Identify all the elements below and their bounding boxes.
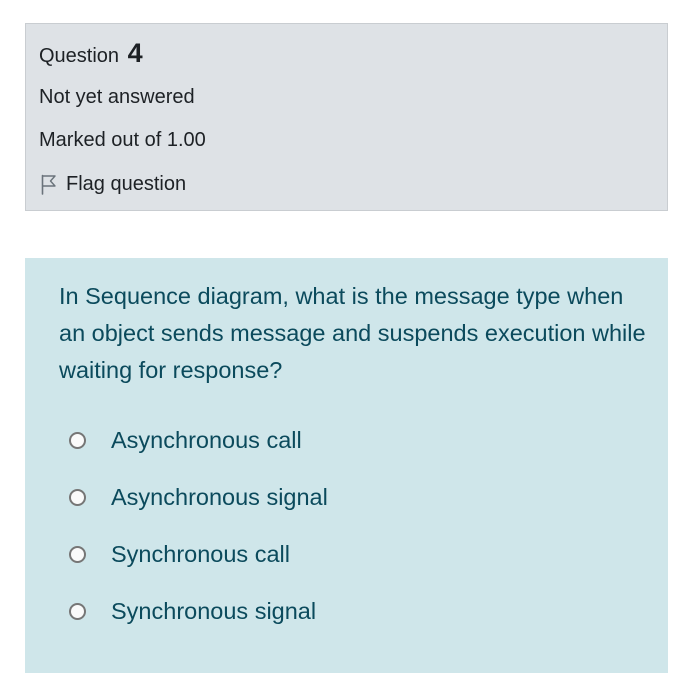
question-grade: Marked out of 1.00 [39, 129, 206, 151]
option-label: Synchronous call [111, 540, 290, 567]
radio-button[interactable] [69, 431, 86, 449]
answer-option[interactable]: Asynchronous signal [69, 480, 328, 514]
answer-option[interactable]: Synchronous call [69, 537, 290, 571]
radio-button[interactable] [69, 488, 86, 506]
question-prefix: Question [39, 45, 120, 67]
option-label: Asynchronous signal [111, 483, 328, 510]
question-number-heading: Question 4 [39, 38, 143, 71]
radio-button[interactable] [69, 545, 86, 563]
flag-icon [39, 173, 66, 195]
question-number: 4 [127, 38, 143, 68]
question-text: In Sequence diagram, what is the message… [59, 283, 646, 383]
answer-option[interactable]: Asynchronous call [69, 423, 302, 457]
option-label: Asynchronous call [111, 426, 302, 453]
radio-button[interactable] [69, 602, 86, 620]
option-label: Synchronous signal [111, 597, 317, 624]
question-info-panel: Question 4 Not yet answered Marked out o… [25, 23, 668, 211]
question-content-panel: In Sequence diagram, what is the message… [25, 258, 668, 673]
question-state: Not yet answered [39, 86, 195, 108]
answer-option[interactable]: Synchronous signal [69, 594, 316, 628]
flag-question-link[interactable]: Flag question [39, 171, 186, 197]
flag-question-label: Flag question [66, 172, 187, 195]
